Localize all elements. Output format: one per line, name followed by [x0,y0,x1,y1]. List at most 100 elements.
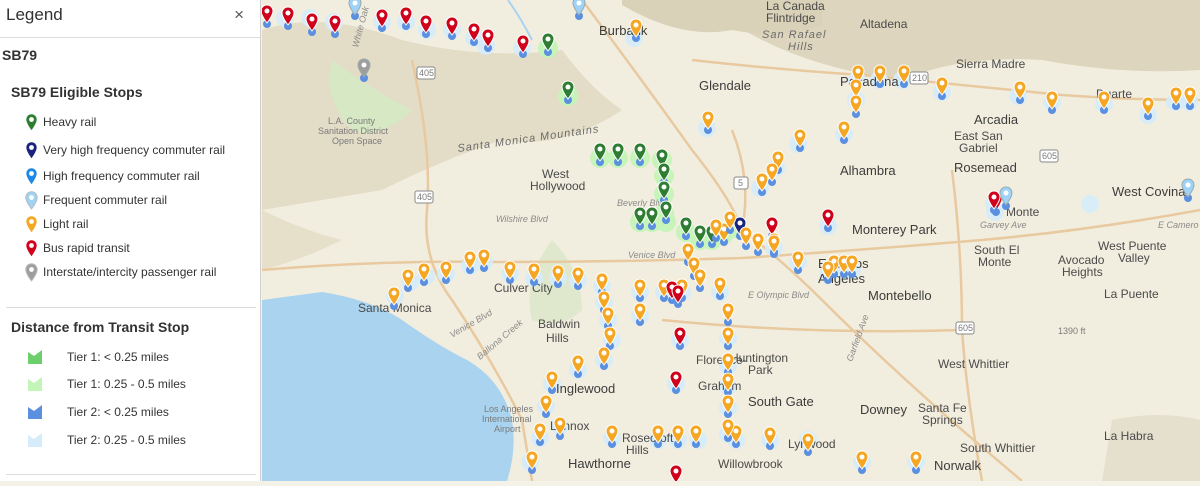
place-label-sanitation: Sanitation District [318,126,389,136]
place-label-flintridge: Flintridge [766,11,816,25]
place-label-monte: Monte [978,255,1012,269]
place-label-lax-1: Los Angeles [484,404,534,414]
map-canvas[interactable]: Burbank La Canada Flintridge Altadena Sa… [260,0,1200,486]
place-label-san-rafael-hills: Hills [788,41,814,53]
svg-text:405: 405 [417,192,432,202]
place-label-downey: Downey [860,402,907,417]
tier-swatch-icon [26,402,44,422]
place-label-west-covina: West Covina [1112,184,1186,199]
place-label-willowbrook: Willowbrook [718,457,784,471]
high-frequency-commuter-rail-pin-icon [22,166,40,186]
legend-tier-row: Tier 1: 0.25 - 0.5 miles [26,374,186,394]
map-view[interactable]: Burbank La Canada Flintridge Altadena Sa… [260,0,1200,486]
place-label-gabriel: Gabriel [959,141,998,155]
legend-panel: Legend × SB79 SB79 Eligible Stops Heavy … [0,0,261,481]
legend-stop-row: Frequent commuter rail [22,190,167,210]
place-label-el-monte: Monte [1006,205,1040,219]
legend-stop-label: Interstate/intercity passenger rail [43,265,217,279]
place-label-lax-2: International [482,414,532,424]
place-label-graham: Graham [698,379,741,393]
close-icon[interactable]: × [234,5,244,25]
place-label-lax-3: Airport [494,424,521,434]
place-label-alhambra: Alhambra [840,163,896,178]
elevation-label: 1390 ft [1058,326,1086,336]
legend-tier-label: Tier 2: < 0.25 miles [67,405,169,419]
road-label-wilshire-blvd: Wilshire Blvd [496,214,549,224]
frequent-commuter-rail-pin-icon [22,190,40,210]
place-label-south-whittier: South Whittier [960,441,1035,455]
place-label-open-space: Open Space [332,136,382,146]
place-label-glendale: Glendale [699,78,751,93]
legend-stop-label: Light rail [43,217,89,231]
svg-text:210: 210 [912,73,927,83]
place-label-baldwin: Baldwin [538,317,580,331]
legend-stop-row: Light rail [22,214,88,234]
place-label-culver-city: Culver City [494,281,553,295]
puente-hills-terrain [1102,415,1200,481]
place-label-arcadia: Arcadia [974,112,1019,127]
place-label-montebello: Montebello [868,288,932,303]
legend-divider [6,474,256,475]
legend-tier-label: Tier 2: 0.25 - 0.5 miles [67,433,186,447]
place-label-monterey-park: Monterey Park [852,222,937,237]
route-210-shield-icon: 210 [909,71,929,85]
svg-text:405: 405 [419,68,434,78]
place-label-rosecroft-hills: Hills [626,443,649,457]
i5-shield-icon: 5 [733,176,749,190]
place-label-baldwin-hills: Hills [546,331,569,345]
i405-shield-icon: 405 [416,66,436,80]
place-label-south-gate: South Gate [748,394,814,409]
place-label-springs: Springs [922,413,963,427]
road-label-garvey-ave: Garvey Ave [980,220,1027,230]
place-label-hollywood: Hollywood [530,179,585,193]
distance-section-title: Distance from Transit Stop [11,319,190,335]
i605-shield-icon: 605 [955,321,975,335]
svg-text:605: 605 [958,323,973,333]
legend-tier-label: Tier 1: 0.25 - 0.5 miles [67,377,186,391]
place-label-valley: Valley [1118,251,1150,265]
place-label-west-whittier: West Whittier [938,357,1009,371]
place-label-hawthorne: Hawthorne [568,456,631,471]
stops-section-title: SB79 Eligible Stops [11,84,143,100]
very-high-frequency-commuter-rail-pin-icon [22,140,40,160]
layer-title: SB79 [2,47,38,63]
place-label-rosemead: Rosemead [954,160,1017,175]
legend-title: Legend [6,5,63,24]
legend-stop-row: Interstate/intercity passenger rail [22,262,216,282]
bus-rapid-transit-pin-icon [22,238,40,258]
legend-divider [6,307,256,308]
intercity-rail-pin-icon [22,262,40,282]
legend-stop-row: Very high frequency commuter rail [22,140,225,160]
place-label-heights: Heights [1062,265,1103,279]
light-rail-pin-icon [22,214,40,234]
legend-stop-row: Heavy rail [22,112,96,132]
legend-tier-row: Tier 1: < 0.25 miles [26,347,169,367]
place-label-sierra-madre: Sierra Madre [956,57,1026,71]
i605-shield-icon: 605 [1039,149,1059,163]
road-label-venice-blvd: Venice Blvd [628,250,676,260]
legend-tier-row: Tier 2: < 0.25 miles [26,402,169,422]
place-label-inglewood: Inglewood [556,381,615,396]
place-label-altadena: Altadena [860,17,908,31]
place-label-san-rafael: San Rafael [762,29,826,41]
place-label-la-habra: La Habra [1104,429,1154,443]
tier-swatch-icon [26,430,44,450]
legend-tier-row: Tier 2: 0.25 - 0.5 miles [26,430,186,450]
svg-text:605: 605 [1042,151,1057,161]
legend-stop-label: Bus rapid transit [43,241,130,255]
heavy-rail-pin-icon [22,112,40,132]
place-label-la-puente: La Puente [1104,287,1159,301]
place-label-la-county: L.A. County [328,116,376,126]
legend-stop-row: High frequency commuter rail [22,166,200,186]
tier-swatch-icon [26,347,44,367]
place-label-pasadena: Pasadena [840,74,899,89]
place-label-norwalk: Norwalk [934,458,981,473]
road-label-e-camero: E Camero [1158,220,1199,230]
svg-text:5: 5 [738,178,743,188]
legend-stop-label: Frequent commuter rail [43,193,168,207]
tier-swatch-icon [26,374,44,394]
legend-stop-row: Bus rapid transit [22,238,130,258]
legend-stop-label: High frequency commuter rail [43,169,200,183]
legend-header: Legend × [0,0,260,38]
place-label-florence: Florence- [696,353,747,367]
